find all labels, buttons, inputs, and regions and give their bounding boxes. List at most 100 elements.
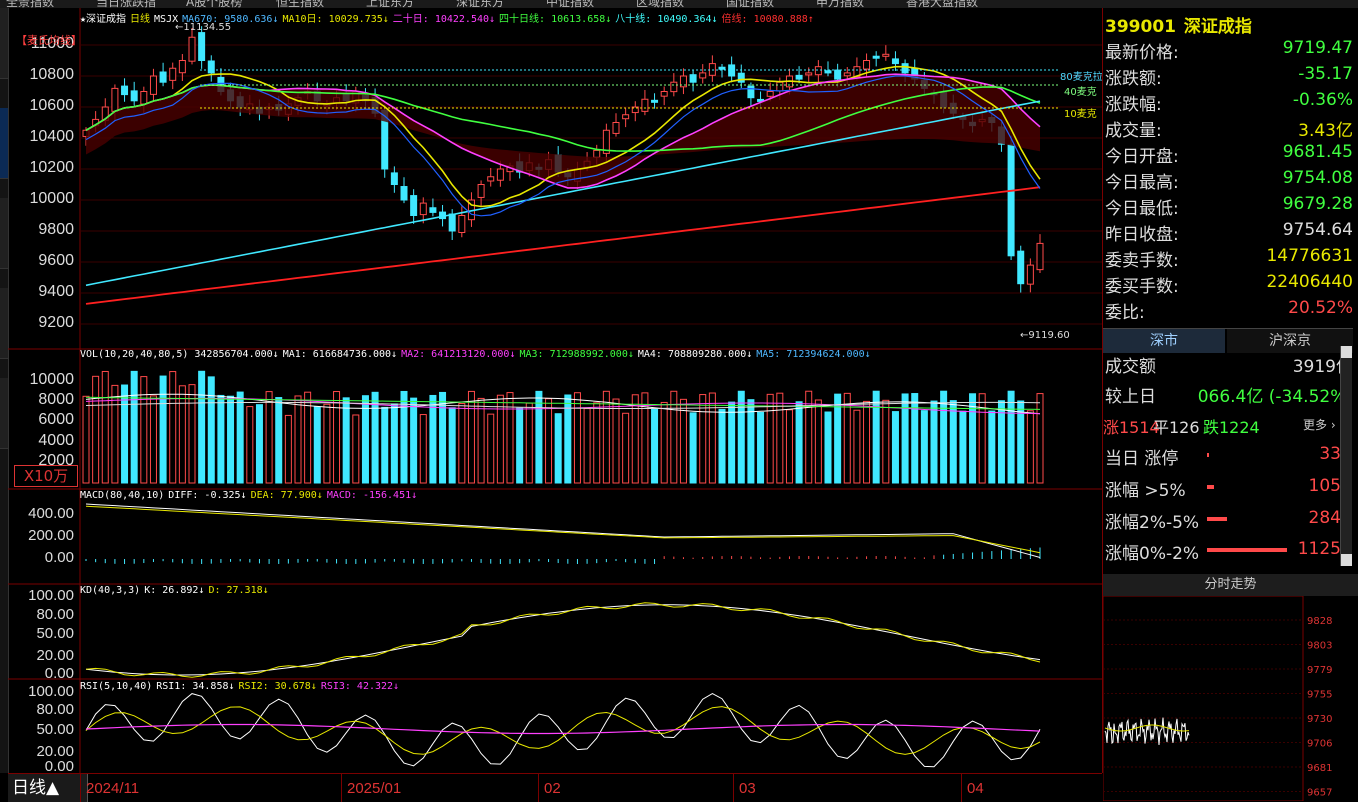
legend-entry: KD(40,3,3) <box>80 585 141 596</box>
index-code: 399001 <box>1105 17 1176 37</box>
legend-entry: 二十日: 10422.540↓ <box>392 14 496 25</box>
legend-entry: MA3: 712988992.000↓ <box>519 349 634 360</box>
y-tick-label: 20.00 <box>36 647 74 664</box>
gain-0-2-row: 涨幅0%-2% 1125 <box>1105 539 1341 564</box>
intraday-y-tick: 9730 <box>1307 714 1332 725</box>
quote-row: 今日开盘: 9681.45 <box>1105 142 1353 167</box>
y-tick-label: 400.00 <box>28 505 74 522</box>
quote-row: 委比: 20.52% <box>1105 298 1353 323</box>
rsi-legend: RSI(5,10,40) RSI1: 34.858↓ RSI2: 30.678↓ RS… <box>80 681 403 692</box>
legend-entry: 日线 <box>130 14 151 25</box>
y-tick-label: 100.00 <box>28 587 74 604</box>
legend-entry: RSI3: 42.322↓ <box>320 681 400 692</box>
y-tick-label: 0.00 <box>44 665 74 682</box>
legend-entry: MACD: -156.451↓ <box>326 490 418 501</box>
vol-unit-box: X10万 <box>14 465 78 487</box>
quote-row: 成交量: 3.43亿 <box>1105 121 1353 141</box>
y-tick-label: 4000 <box>38 432 74 449</box>
intraday-title[interactable]: 分时走势 <box>1103 574 1358 596</box>
period-button[interactable]: 日线▲ <box>8 774 88 802</box>
quote-row: 涨跌幅: -0.36% <box>1105 90 1353 115</box>
legend-entry: 八十线: 10490.364↓ <box>615 14 718 25</box>
legend-entry: 倍线: 10080.888↑ <box>721 14 814 25</box>
low-marker: ←9119.60 <box>1020 330 1070 341</box>
legend-entry: MA2: 641213120.000↓ <box>401 349 516 360</box>
legend-entry: MACD(80,40,10) <box>80 490 165 501</box>
quote-row: 最新价格: 9719.47 <box>1105 38 1353 63</box>
legend-entry: ★深证成指 <box>80 14 127 25</box>
y-tick-label: 10600 <box>29 97 75 114</box>
intraday-y-tick: 9828 <box>1307 616 1332 627</box>
date-label-jan: 2025/01 <box>347 780 402 797</box>
legend-entry: MA10日: 10029.735↓ <box>282 14 389 25</box>
y-tick-label: 200.00 <box>28 527 74 544</box>
y-tick-label: 10400 <box>29 128 75 145</box>
legend-entry: VOL(10,20,40,80,5) 342856704.000↓ <box>80 349 279 360</box>
quote-panel: 399001 深证成指 最新价格: 9719.47 涨跌额: -35.17 涨跌幅: -0… <box>1103 8 1358 801</box>
y-tick-label: 50.00 <box>36 721 74 738</box>
quote-row: 涨跌额: -35.17 <box>1105 64 1353 89</box>
quote-row: 委卖手数: 14776631 <box>1105 246 1353 271</box>
legend-entry: RSI(5,10,40) <box>80 681 153 692</box>
intraday-y-tick: 9755 <box>1307 690 1332 701</box>
intraday-chart[interactable]: 9828 9803 9779 9755 9730 9706 9681 9657 <box>1103 596 1358 801</box>
vol-legend: VOL(10,20,40,80,5) 342856704.000↓ MA1: 61… <box>80 349 875 360</box>
y-tick-label: 9400 <box>38 283 74 300</box>
y-tick-label: 9800 <box>38 221 74 238</box>
y-tick-label: 6000 <box>38 411 74 428</box>
intraday-y-tick: 9681 <box>1307 763 1332 774</box>
legend-entry: DEA: 77.900↓ <box>250 490 323 501</box>
date-axis: 日线▲ 2024/11 2025/01 02 03 04 <box>8 773 1102 802</box>
y-tick-label: 10800 <box>29 66 75 83</box>
y-tick-label: 50.00 <box>36 625 74 642</box>
limit-up-row: 当日 涨停 33 <box>1105 444 1341 469</box>
maishi-tag: 【麦氏均线】 <box>16 34 82 47</box>
advance-decline-row: 涨1514 平126 跌1224 更多 › <box>1103 416 1336 437</box>
intraday-y-tick: 9779 <box>1307 665 1332 676</box>
gain-5-row: 涨幅 >5% 105 <box>1105 476 1341 501</box>
ma-label-40: 40麦克 <box>1064 87 1097 98</box>
quote-row: 昨日收盘: 9754.64 <box>1105 220 1353 245</box>
quote-row: 今日最高: 9754.08 <box>1105 168 1353 193</box>
prev-day-row: 较上日 066.4亿 (-34.52%) <box>1105 387 1353 407</box>
intraday-y-tick: 9706 <box>1307 739 1332 750</box>
legend-entry: K: 26.892↓ <box>144 585 205 596</box>
high-marker: ←11134.55 <box>175 22 232 33</box>
y-tick-label: 0.00 <box>44 549 74 566</box>
date-label-apr: 04 <box>967 780 984 797</box>
date-label-nov: 2024/11 <box>86 780 140 797</box>
y-tick-label: 80.00 <box>36 606 74 623</box>
turnover-row: 成交额 3919亿 <box>1105 357 1353 377</box>
ma-label-80: 80麦克拉 <box>1060 72 1103 83</box>
y-tick-label: 8000 <box>38 391 74 408</box>
legend-entry: 四十日线: 10613.658↓ <box>499 14 612 25</box>
chart-canvas[interactable] <box>0 0 1102 773</box>
ma-label-10: 10麦克 <box>1064 109 1097 120</box>
index-title: 399001 深证成指 <box>1103 12 1358 37</box>
legend-entry: RSI1: 34.858↓ <box>156 681 235 692</box>
quote-row: 委买手数: 22406440 <box>1105 272 1353 297</box>
y-tick-label: 80.00 <box>36 701 74 718</box>
legend-entry: MA5: 712394624.000↓ <box>756 349 871 360</box>
y-tick-label: 10000 <box>29 371 75 388</box>
legend-entry: MA1: 616684736.000↓ <box>282 349 398 360</box>
y-tick-label: 10200 <box>29 159 75 176</box>
y-tick-label: 9600 <box>38 252 74 269</box>
kd-legend: KD(40,3,3) K: 26.892↓ D: 27.318↓ <box>80 585 273 596</box>
legend-entry: DIFF: -0.325↓ <box>168 490 247 501</box>
market-scrollbar[interactable] <box>1340 346 1352 566</box>
macd-legend: MACD(80,40,10) DIFF: -0.325↓ DEA: 77.900↓ M… <box>80 490 421 501</box>
intraday-y-tick: 9657 <box>1307 788 1332 799</box>
date-label-feb: 02 <box>544 780 561 797</box>
y-tick-label: 9200 <box>38 314 74 331</box>
legend-entry: MA4: 708809280.000↓ <box>637 349 753 360</box>
y-tick-label: 100.00 <box>28 683 74 700</box>
gain-2-5-row: 涨幅2%-5% 284 <box>1105 508 1341 533</box>
quote-row: 今日最低: 9679.28 <box>1105 194 1353 219</box>
date-label-mar: 03 <box>739 780 756 797</box>
more-link[interactable]: 更多 › <box>1303 416 1336 433</box>
index-name: 深证成指 <box>1183 17 1252 37</box>
legend-entry: RSI2: 30.678↓ <box>238 681 317 692</box>
intraday-y-tick: 9803 <box>1307 641 1332 652</box>
legend-entry: D: 27.318↓ <box>208 585 269 596</box>
